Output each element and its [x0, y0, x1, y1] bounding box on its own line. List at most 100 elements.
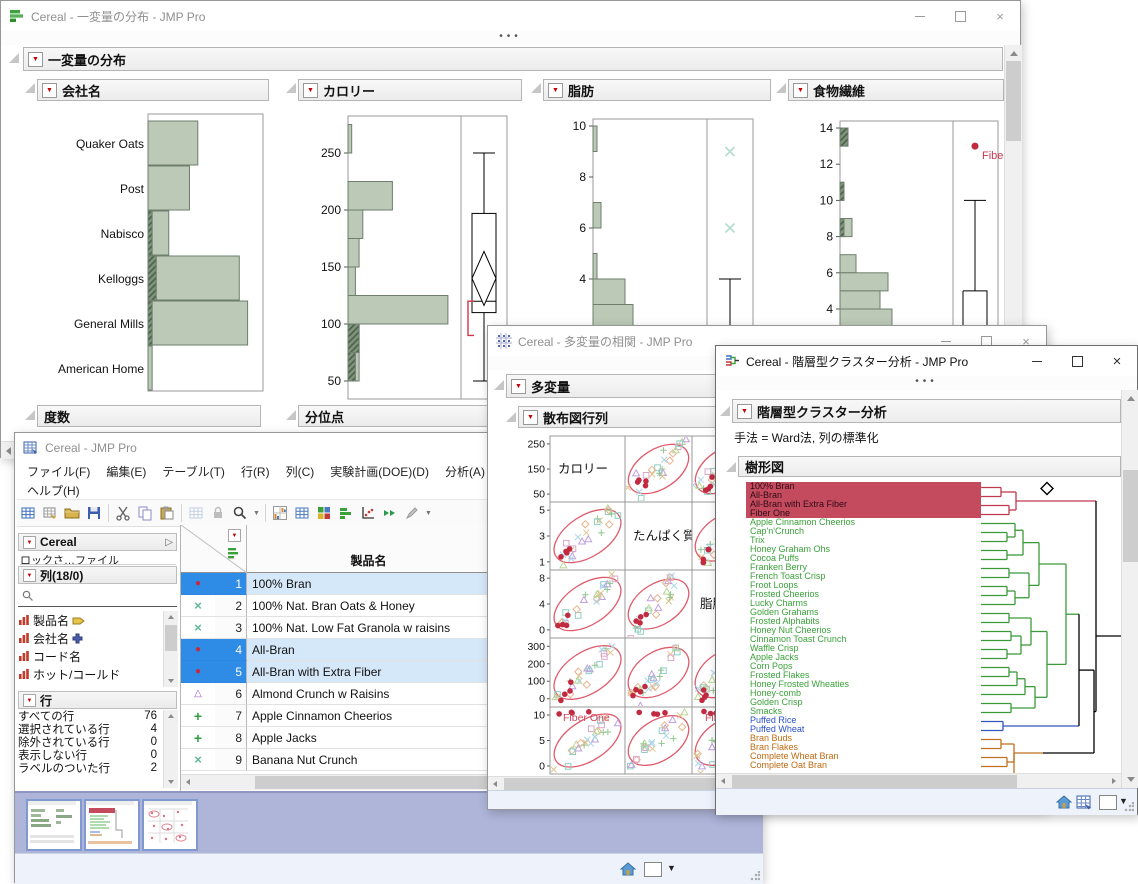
join-icon[interactable]	[186, 503, 206, 523]
scrollbar-thumb[interactable]	[732, 775, 1017, 788]
outlier-point-fiber-one[interactable]	[972, 143, 979, 150]
paste-icon[interactable]	[157, 503, 177, 523]
open-database-table-icon[interactable]	[40, 503, 60, 523]
panel-disclosure[interactable]	[531, 83, 541, 93]
home-icon[interactable]	[620, 862, 636, 877]
column-item-1[interactable]: 製品名	[18, 611, 163, 629]
histogram-bar[interactable]	[840, 255, 856, 273]
vertical-scrollbar[interactable]	[1121, 390, 1138, 788]
row-state-marker[interactable]: ●	[181, 661, 215, 683]
lock-icon[interactable]	[208, 503, 228, 523]
new-data-table-icon[interactable]	[18, 503, 38, 523]
close-button[interactable]: ×	[1097, 346, 1137, 376]
copy-icon[interactable]	[135, 503, 155, 523]
row-state-marker[interactable]: ×	[181, 749, 215, 771]
ribbon-collapse-handle[interactable]: •••	[716, 376, 1137, 390]
panel-disclosure[interactable]	[776, 83, 786, 93]
histogram-bar[interactable]	[348, 210, 363, 239]
columns-scrollbar[interactable]	[163, 611, 178, 687]
resize-grip[interactable]	[750, 871, 760, 881]
histogram-bar[interactable]	[348, 296, 448, 325]
product-name-cell[interactable]: 100% Nat. Low Fat Granola w raisins	[247, 617, 491, 639]
histogram-bar[interactable]	[840, 291, 880, 309]
outline-disclosure[interactable]	[9, 53, 19, 63]
distribution-icon[interactable]	[336, 503, 356, 523]
histogram-bar[interactable]	[593, 279, 625, 305]
product-name-cell[interactable]: 100% Bran	[247, 573, 491, 595]
row-number[interactable]: 2	[215, 595, 247, 617]
panel-disclosure[interactable]	[25, 410, 35, 420]
panel-disclosure[interactable]	[286, 410, 296, 420]
cluster-titlebar[interactable]: Cereal - 階層型クラスター分析 - JMP Pro ×	[716, 346, 1137, 376]
row-state-marker[interactable]: +	[181, 727, 215, 749]
row-number[interactable]: 4	[215, 639, 247, 661]
menu-6[interactable]: 実験計画(DOE)(D)	[322, 463, 437, 482]
cluster-cut-diamond-handle[interactable]	[1041, 483, 1053, 495]
menu-7[interactable]: 分析(A)	[437, 463, 493, 482]
expand-right-icon[interactable]: ▷	[165, 537, 173, 548]
tabulate-icon[interactable]	[292, 503, 312, 523]
red-triangle-menu[interactable]: ▼	[793, 83, 808, 98]
histogram-bar[interactable]	[348, 182, 392, 211]
scrollbar-thumb[interactable]	[1006, 61, 1021, 141]
menu-1[interactable]: ファイル(F)	[19, 463, 98, 482]
window-color-swatch[interactable]	[644, 862, 662, 877]
outline-disclosure[interactable]	[494, 380, 504, 390]
cut-icon[interactable]	[113, 503, 133, 523]
minimize-button[interactable]	[1017, 346, 1057, 376]
bar-General Mills[interactable]	[148, 301, 248, 345]
red-triangle-menu[interactable]: ▼	[23, 694, 36, 707]
dendrogram-leaf-label[interactable]: Cap'n'Crunch	[750, 527, 981, 536]
row-number[interactable]: 5	[215, 661, 247, 683]
red-triangle-menu[interactable]: ▼	[548, 83, 563, 98]
panel-disclosure[interactable]	[506, 412, 516, 422]
save-icon[interactable]	[84, 503, 104, 523]
horizontal-scrollbar[interactable]	[716, 773, 1121, 789]
data-table-icon[interactable]	[1076, 795, 1092, 810]
dendrogram-leaf-label[interactable]: Complete Oat Bran	[750, 761, 981, 770]
red-triangle-menu[interactable]: ▼	[23, 536, 36, 549]
dropdown-arrow-icon[interactable]: ▼	[667, 863, 676, 873]
red-triangle-menu[interactable]: ▼	[737, 404, 752, 419]
panel-disclosure[interactable]	[286, 83, 296, 93]
four-squares-icon[interactable]	[314, 503, 334, 523]
menu-2[interactable]: 編集(E)	[98, 463, 154, 482]
bar-Quaker Oats[interactable]	[148, 121, 198, 165]
thumbnail-scatter-matrix[interactable]	[142, 799, 198, 851]
column-item-2[interactable]: 会社名	[18, 629, 163, 647]
panel-disclosure[interactable]	[726, 462, 736, 472]
thumbnail-distribution[interactable]	[26, 799, 82, 851]
scrollbar-thumb[interactable]	[165, 625, 177, 651]
maximize-button[interactable]	[940, 1, 980, 31]
row-state-marker[interactable]: △	[181, 683, 215, 705]
product-name-cell[interactable]: 100% Nat. Bran Oats & Honey	[247, 595, 491, 617]
panel-disclosure[interactable]	[25, 83, 35, 93]
histogram-bar[interactable]	[593, 203, 601, 229]
thumbnail-cluster[interactable]	[84, 799, 140, 851]
histogram-bar[interactable]	[593, 126, 597, 152]
product-name-cell[interactable]: All-Bran with Extra Fiber	[247, 661, 491, 683]
red-triangle-menu[interactable]: ▼	[28, 52, 43, 67]
toolbar-overflow-arrow[interactable]: ▼	[425, 510, 432, 517]
column-item-4[interactable]: ホット/コールド	[18, 665, 163, 683]
open-icon[interactable]	[62, 503, 82, 523]
outline-disclosure[interactable]	[720, 406, 730, 416]
row-number[interactable]: 6	[215, 683, 247, 705]
red-triangle-menu[interactable]: ▼	[23, 569, 36, 582]
grid-corner-cell[interactable]: ▼	[181, 525, 247, 573]
red-triangle-menu[interactable]: ▼	[42, 83, 57, 98]
histogram-bar[interactable]	[348, 239, 359, 268]
columns-sort-icon[interactable]	[227, 547, 239, 559]
row-state-marker[interactable]: ●	[181, 573, 215, 595]
red-triangle-menu[interactable]: ▼	[511, 379, 526, 394]
row-number[interactable]: 1	[215, 573, 247, 595]
fit-yx-icon[interactable]	[358, 503, 378, 523]
product-name-cell[interactable]: All-Bran	[247, 639, 491, 661]
minimize-button[interactable]	[900, 1, 940, 31]
row-state-marker[interactable]: +	[181, 705, 215, 727]
formula-icon[interactable]	[380, 503, 400, 523]
scrollbar-thumb[interactable]	[1123, 470, 1138, 562]
ribbon-collapse-handle[interactable]: •••	[1, 31, 1020, 45]
row-state-marker[interactable]: ●	[181, 639, 215, 661]
row-number[interactable]: 7	[215, 705, 247, 727]
